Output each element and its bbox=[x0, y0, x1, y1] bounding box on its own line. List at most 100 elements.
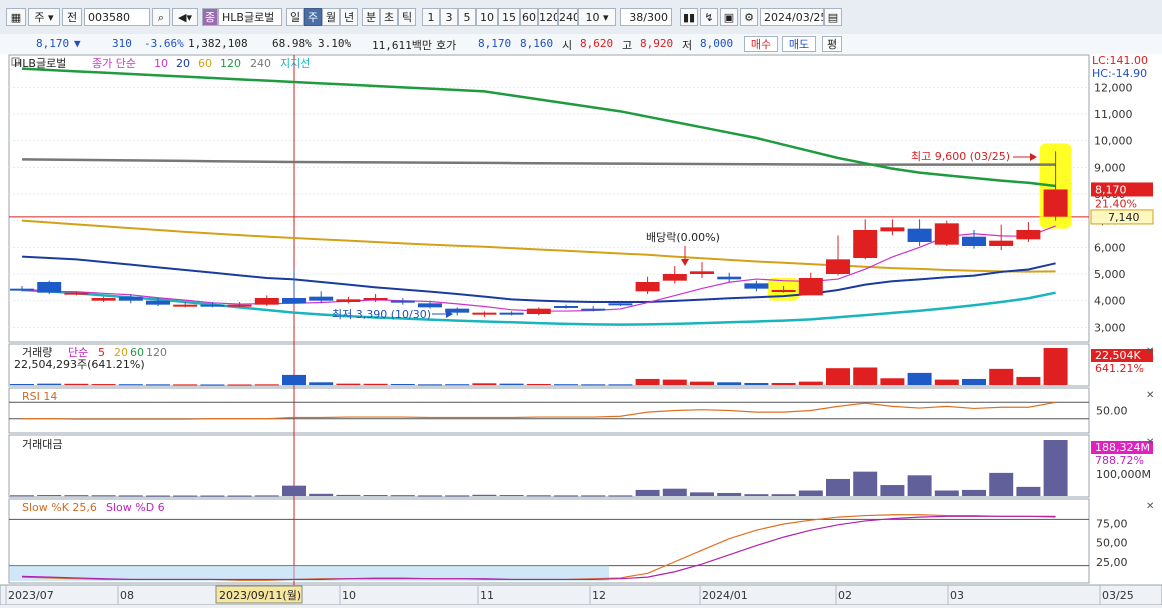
ma-legend-item: 종가 단순 bbox=[92, 57, 136, 70]
candle-body bbox=[690, 271, 714, 274]
tab-day[interactable]: 일 bbox=[286, 8, 304, 26]
ma-legend-item: 20 bbox=[176, 57, 190, 70]
amount-bar bbox=[771, 494, 796, 496]
amount-bar bbox=[1016, 486, 1041, 496]
volume-bar bbox=[744, 382, 769, 385]
num-button-1[interactable]: 1 bbox=[422, 8, 440, 26]
volume-summary: 22,504,293주(641.21%) bbox=[14, 358, 145, 371]
volume-bar bbox=[771, 382, 796, 385]
eval-button[interactable]: 평 bbox=[822, 36, 842, 52]
date-input[interactable]: 2024/03/25 bbox=[760, 8, 824, 26]
gear-icon[interactable]: ⚙ bbox=[740, 8, 758, 26]
last-pct-label: 21.40% bbox=[1095, 197, 1137, 210]
volume-bar bbox=[309, 382, 334, 385]
amount-bar bbox=[146, 495, 170, 497]
layout-icon[interactable]: ▦ bbox=[6, 8, 26, 26]
num-button-10[interactable]: 10 bbox=[476, 8, 498, 26]
candle-body bbox=[554, 306, 578, 308]
close-icon[interactable]: ✕ bbox=[1146, 390, 1154, 401]
amount-bar bbox=[418, 495, 442, 497]
tab-second[interactable]: 초 bbox=[380, 8, 398, 26]
close-icon[interactable]: ✕ bbox=[1146, 346, 1154, 357]
amount-bar bbox=[499, 495, 524, 497]
stock-code-input[interactable]: 003580 bbox=[84, 8, 150, 26]
close-icon[interactable]: ✕ bbox=[1146, 437, 1154, 448]
period-select[interactable]: 주 ▾ bbox=[28, 8, 60, 26]
ma-legend-item: 120 bbox=[220, 57, 241, 70]
trade-amount: 11,611백만 bbox=[372, 39, 432, 52]
num-button-15[interactable]: 15 bbox=[498, 8, 520, 26]
sound-icon[interactable]: ◀▾ bbox=[172, 8, 198, 26]
volume-bar bbox=[1016, 376, 1041, 385]
amount-bar bbox=[690, 492, 714, 496]
tab-month[interactable]: 월 bbox=[322, 8, 340, 26]
volume-bar bbox=[282, 374, 306, 385]
amount-bar bbox=[10, 495, 34, 497]
amount-bar bbox=[390, 495, 415, 497]
amount-bar bbox=[91, 495, 116, 497]
chart-type-icon[interactable]: ▮▮ bbox=[680, 8, 698, 26]
num-button-60[interactable]: 60 bbox=[520, 8, 538, 26]
candle-body bbox=[10, 288, 34, 291]
num-button-240[interactable]: 240 bbox=[558, 8, 578, 26]
ex-div-annotation: 배당락(0.00%) bbox=[646, 231, 720, 244]
tab-week[interactable]: 주 bbox=[304, 8, 322, 26]
stoch-y-tick: 75,00 bbox=[1096, 517, 1128, 530]
bid-price: 8,160 bbox=[520, 37, 554, 50]
candle-body bbox=[962, 236, 986, 246]
hc-label: HC:-14.90 bbox=[1092, 67, 1147, 80]
amount-bar bbox=[907, 475, 932, 496]
candle-body bbox=[1043, 189, 1068, 217]
x-tick-label: 02 bbox=[838, 589, 852, 602]
tab-minute[interactable]: 분 bbox=[362, 8, 380, 26]
save-icon[interactable]: ▣ bbox=[720, 8, 738, 26]
amount-bar bbox=[717, 492, 742, 496]
price-panel-title: HLB글로벌 bbox=[14, 57, 66, 70]
amount-bar bbox=[744, 494, 769, 496]
amount-bar bbox=[309, 493, 334, 496]
amount-y-tick: 100,000M bbox=[1096, 468, 1151, 481]
ref-price-label: 7,140 bbox=[1108, 211, 1140, 224]
zoom-icon[interactable]: ↯ bbox=[700, 8, 718, 26]
amount-bar bbox=[608, 495, 633, 497]
candle-body bbox=[880, 227, 905, 232]
volume-bar bbox=[989, 368, 1014, 385]
volume-bar bbox=[717, 382, 742, 385]
search-icon[interactable]: ⌕ bbox=[152, 8, 170, 26]
quote-bar: 8,170 ▼ 310 -3.66% 1,382,108 68.98% 3.10… bbox=[0, 34, 1162, 55]
amount-bar bbox=[526, 495, 551, 497]
num-button-120[interactable]: 120 bbox=[538, 8, 558, 26]
volume-bar bbox=[37, 383, 62, 385]
count-select[interactable]: 10 ▾ bbox=[578, 8, 616, 26]
ma-legend-item: 240 bbox=[250, 57, 271, 70]
amount-bar bbox=[64, 495, 89, 497]
amount-bar bbox=[336, 494, 361, 496]
tab-year[interactable]: 년 bbox=[340, 8, 358, 26]
candle-body bbox=[907, 228, 932, 242]
volume-bar bbox=[934, 379, 959, 385]
sell-button[interactable]: 매도 bbox=[782, 36, 816, 52]
rsi-y-tick: 50.00 bbox=[1096, 405, 1128, 418]
volume-bar bbox=[64, 383, 89, 385]
volume-bar bbox=[635, 378, 660, 385]
hoga-label: 호가 bbox=[436, 39, 457, 52]
volume-bar bbox=[826, 368, 850, 385]
amount-bar bbox=[37, 495, 62, 497]
num-button-3[interactable]: 3 bbox=[440, 8, 458, 26]
candle-body bbox=[336, 299, 361, 302]
close-icon[interactable]: ✕ bbox=[1146, 501, 1154, 512]
buy-button[interactable]: 매수 bbox=[744, 36, 778, 52]
prev-button[interactable]: 전 bbox=[62, 8, 82, 26]
num-button-5[interactable]: 5 bbox=[458, 8, 476, 26]
x-tick-label: 03 bbox=[950, 589, 964, 602]
volume-bar bbox=[173, 384, 198, 386]
open-label: 시 bbox=[562, 39, 573, 52]
tab-tick[interactable]: 틱 bbox=[398, 8, 416, 26]
crosshair-date-label: 2023/09/11(월) bbox=[219, 589, 301, 602]
x-tick-label: 11 bbox=[480, 589, 494, 602]
volume-bar bbox=[554, 384, 578, 386]
calendar-icon[interactable]: ▤ bbox=[824, 8, 842, 26]
price-y-tick: 9,000 bbox=[1094, 161, 1126, 174]
candle-body bbox=[826, 259, 850, 274]
volume-bar bbox=[418, 384, 442, 386]
